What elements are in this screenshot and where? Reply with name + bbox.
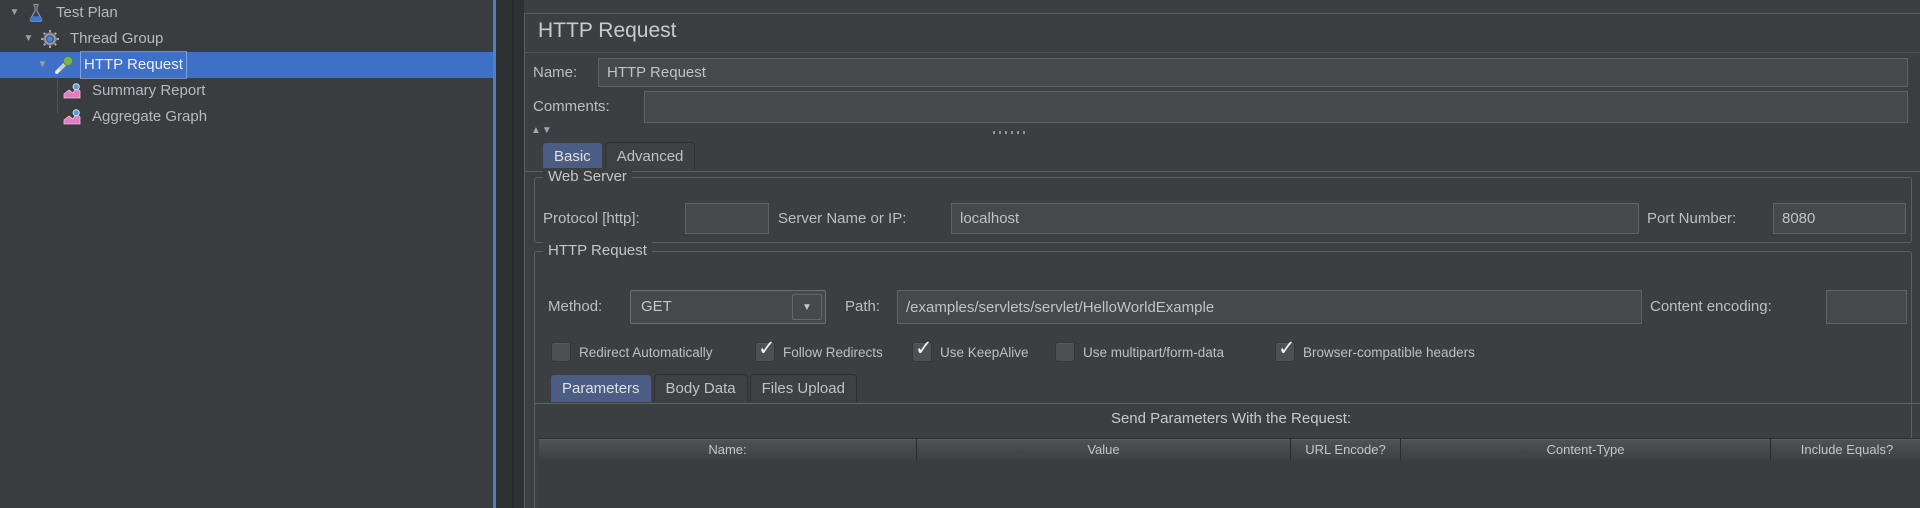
chart-icon — [62, 81, 82, 101]
comments-input[interactable] — [644, 91, 1908, 123]
path-label: Path: — [845, 290, 880, 324]
method-dropdown[interactable]: GET ▼ — [630, 290, 826, 324]
web-server-legend: Web Server — [543, 168, 632, 186]
content-encoding-input[interactable] — [1826, 290, 1907, 324]
protocol-input[interactable] — [685, 203, 769, 234]
tree-item-label: Summary Report — [88, 78, 209, 104]
checkbox-redirect-automatically[interactable]: Redirect Automatically — [551, 340, 713, 364]
http-request-group: HTTP Request Method: GET ▼ Path: Content… — [534, 251, 1912, 508]
sampler-icon — [54, 55, 74, 75]
checkbox-label: Use KeepAlive — [940, 345, 1029, 360]
checkbox-browser-compatible-headers[interactable]: Browser-compatible headers — [1275, 340, 1475, 364]
checkbox-follow-redirects[interactable]: Follow Redirects — [755, 340, 883, 364]
gutter-line — [512, 0, 514, 508]
collapse-arrow-icon[interactable]: ▼ — [22, 26, 35, 52]
tree-item-label: HTTP Request — [80, 51, 187, 79]
tab-files-upload[interactable]: Files Upload — [750, 374, 857, 402]
parameters-table-body[interactable] — [539, 460, 1920, 508]
method-label: Method: — [548, 290, 602, 324]
chevron-down-icon[interactable]: ▼ — [792, 294, 822, 320]
checkbox-use-multipart-form-data[interactable]: Use multipart/form-data — [1055, 340, 1224, 364]
server-name-label: Server Name or IP: — [778, 203, 906, 234]
port-number-input[interactable] — [1773, 203, 1906, 234]
tab-basic[interactable]: Basic — [542, 142, 603, 170]
splitter-gutter — [496, 0, 524, 508]
tree-item-summary-report[interactable]: ▼ Summary Report — [0, 78, 493, 104]
tree-item-aggregate-graph[interactable]: ▼ Aggregate Graph — [0, 104, 493, 130]
column-header-value[interactable]: Value — [916, 439, 1290, 461]
tree-guide-line — [57, 78, 58, 114]
chart-icon — [62, 107, 82, 127]
page-title: HTTP Request — [538, 19, 677, 43]
server-name-input[interactable] — [951, 203, 1639, 234]
checkbox-checked-icon — [912, 342, 932, 362]
checkbox-icon — [1055, 342, 1075, 362]
web-server-group: Web Server Protocol [http]: Server Name … — [534, 177, 1912, 243]
title-separator — [525, 52, 1920, 53]
test-plan-tree: ▼ Test Plan ▼ Thread Group ▼ — [0, 0, 493, 508]
parameters-tabs: Parameters Body Data Files Upload — [550, 374, 859, 402]
checkbox-label: Browser-compatible headers — [1303, 345, 1475, 360]
collapse-arrow-icon[interactable]: ▼ — [8, 0, 21, 26]
tab-parameters[interactable]: Parameters — [550, 374, 652, 402]
collapse-arrow-icon[interactable]: ▼ — [36, 52, 49, 78]
tab-pane-border — [525, 171, 1920, 172]
content-encoding-label: Content encoding: — [1650, 290, 1772, 324]
jmeter-window: ▼ Test Plan ▼ Thread Group ▼ — [0, 0, 1920, 508]
parameters-table-header: Name: Value URL Encode? Content-Type Inc… — [539, 438, 1920, 462]
protocol-label: Protocol [http]: — [543, 203, 640, 234]
tree-item-test-plan[interactable]: ▼ Test Plan — [0, 0, 493, 26]
tree-item-label: Aggregate Graph — [88, 104, 211, 130]
tree-item-thread-group[interactable]: ▼ Thread Group — [0, 26, 493, 52]
checkbox-checked-icon — [755, 342, 775, 362]
column-header-name[interactable]: Name: — [539, 439, 916, 461]
name-input[interactable] — [598, 58, 1908, 87]
checkbox-label: Use multipart/form-data — [1083, 345, 1224, 360]
tab-advanced[interactable]: Advanced — [605, 142, 696, 170]
column-header-include-equals[interactable]: Include Equals? — [1770, 439, 1920, 461]
checkbox-use-keepalive[interactable]: Use KeepAlive — [912, 340, 1029, 364]
tree-item-label: Thread Group — [66, 26, 167, 52]
name-label: Name: — [533, 58, 577, 87]
column-header-url-encode[interactable]: URL Encode? — [1290, 439, 1400, 461]
column-header-content-type[interactable]: Content-Type — [1400, 439, 1770, 461]
tree-item-http-request[interactable]: ▼ HTTP Request — [0, 52, 493, 78]
tab-body-data[interactable]: Body Data — [654, 374, 748, 402]
checkbox-checked-icon — [1275, 342, 1295, 362]
checkbox-label: Redirect Automatically — [579, 345, 713, 360]
method-selected-value: GET — [641, 291, 672, 323]
splitter-collapse-arrows-icon[interactable]: ▲▼ — [531, 125, 553, 136]
splitter-grip-icon[interactable] — [993, 131, 1027, 134]
http-request-editor: HTTP Request Name: Comments: ▲▼ Basic Ad… — [524, 13, 1920, 508]
http-request-legend: HTTP Request — [543, 242, 652, 260]
comments-label: Comments: — [533, 91, 610, 123]
config-tabs: Basic Advanced — [542, 142, 697, 170]
tree-item-label: Test Plan — [52, 0, 122, 26]
path-input[interactable] — [897, 290, 1642, 324]
checkbox-icon — [551, 342, 571, 362]
gear-icon — [40, 29, 60, 49]
port-number-label: Port Number: — [1647, 203, 1736, 234]
send-parameters-caption: Send Parameters With the Request: — [539, 404, 1920, 434]
flask-icon — [26, 3, 46, 23]
checkbox-label: Follow Redirects — [783, 345, 883, 360]
